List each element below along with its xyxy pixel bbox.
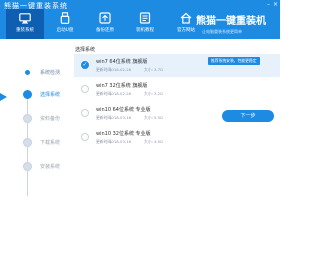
close-button[interactable]: ×	[273, 1, 278, 8]
radio-checked-icon[interactable]: ✓	[81, 61, 89, 69]
step-data-backup: 资料备份	[23, 114, 60, 123]
next-step-button[interactable]: 下一步	[222, 110, 274, 122]
size-label: 大小:	[144, 115, 153, 120]
brand-slogan: 让电脑重装系统更简单	[202, 29, 242, 34]
step-download-system: 下载系统	[23, 138, 60, 147]
os-size: 3.2G	[154, 91, 163, 96]
tutorial-icon	[139, 12, 151, 24]
radio-unchecked-icon[interactable]	[81, 133, 89, 141]
backup-icon	[99, 12, 111, 24]
os-size: 3.7G	[154, 67, 163, 72]
monitor-icon	[19, 12, 31, 24]
step-label: 安装系统	[40, 164, 61, 170]
nav-label: 启动U盘	[56, 28, 74, 33]
step-done-dot-icon	[25, 70, 30, 75]
radio-unchecked-icon[interactable]	[81, 109, 89, 117]
check-icon: ✓	[82, 61, 88, 68]
nav-label: 备份还原	[96, 28, 114, 33]
os-name: win10 64位系统 专业版	[96, 107, 151, 113]
main-nav: 重装系统 启动U盘 备份还原 装机教程 官方网站	[6, 9, 207, 39]
current-step-arrow-icon	[0, 93, 7, 101]
step-progress: 系统检测 选择系统 资料备份 下载系统 安装系统	[0, 39, 74, 270]
recommended-badge: 推荐系统安装，性能更稳定	[208, 57, 260, 65]
os-list-item[interactable]: win7 32位系统 旗舰版 更新时间: 2018-02-28 大小: 3.2G	[74, 78, 280, 101]
usb-icon	[59, 12, 71, 24]
os-date: 2018-02-28	[109, 67, 132, 72]
step-pending-dot-icon	[23, 138, 32, 147]
step-label: 系统检测	[40, 70, 61, 76]
home-icon	[180, 12, 192, 24]
os-date: 2018-03-16	[109, 115, 132, 120]
os-list-item[interactable]: win10 32位系统 专业版 更新时间: 2018-03-16 大小: 4.5…	[74, 126, 280, 149]
step-label: 选择系统	[40, 92, 61, 98]
size-label: 大小:	[144, 67, 153, 72]
os-name: win7 64位系统 旗舰版	[96, 59, 148, 65]
nav-backup-restore[interactable]: 备份还原	[86, 9, 124, 39]
nav-install-tutorial[interactable]: 装机教程	[126, 9, 164, 39]
step-label: 资料备份	[40, 116, 61, 122]
nav-boot-usb[interactable]: 启动U盘	[46, 9, 84, 39]
os-date: 2018-02-28	[109, 91, 132, 96]
size-label: 大小:	[144, 139, 153, 144]
size-label: 大小:	[144, 91, 153, 96]
section-title: 选择系统	[75, 47, 96, 53]
step-active-dot-icon	[23, 90, 32, 99]
nav-label: 官方网站	[177, 28, 195, 33]
os-list-item[interactable]: ✓ win7 64位系统 旗舰版 更新时间: 2018-02-28 大小: 3.…	[74, 54, 280, 77]
step-install-system: 安装系统	[23, 162, 60, 171]
os-name: win10 32位系统 专业版	[96, 131, 151, 137]
step-system-check: 系统检测	[23, 69, 60, 76]
minimize-button[interactable]: –	[267, 1, 270, 8]
window-controls: – ×	[267, 1, 278, 8]
os-size: 4.5G	[154, 139, 163, 144]
step-select-system: 选择系统	[23, 90, 60, 99]
app-window: 熊猫一键重装系统 重装系统 启动U盘 备份还原 装机教程 官方网站 熊猫一键重装…	[0, 0, 280, 270]
header-bar: 熊猫一键重装系统 重装系统 启动U盘 备份还原 装机教程 官方网站 熊猫一键重装…	[0, 0, 280, 39]
nav-label: 重装系统	[16, 28, 34, 33]
step-label: 下载系统	[40, 140, 61, 146]
radio-unchecked-icon[interactable]	[81, 85, 89, 93]
step-pending-dot-icon	[23, 114, 32, 123]
brand-name: 熊猫一键重装机	[196, 16, 266, 27]
os-date: 2018-03-16	[109, 139, 132, 144]
nav-label: 装机教程	[136, 28, 154, 33]
os-name: win7 32位系统 旗舰版	[96, 83, 148, 89]
nav-reinstall-system[interactable]: 重装系统	[6, 9, 44, 39]
step-pending-dot-icon	[23, 162, 32, 171]
os-size: 5.5G	[154, 115, 163, 120]
main-content: 选择系统 ✓ win7 64位系统 旗舰版 更新时间: 2018-02-28 大…	[74, 39, 280, 270]
